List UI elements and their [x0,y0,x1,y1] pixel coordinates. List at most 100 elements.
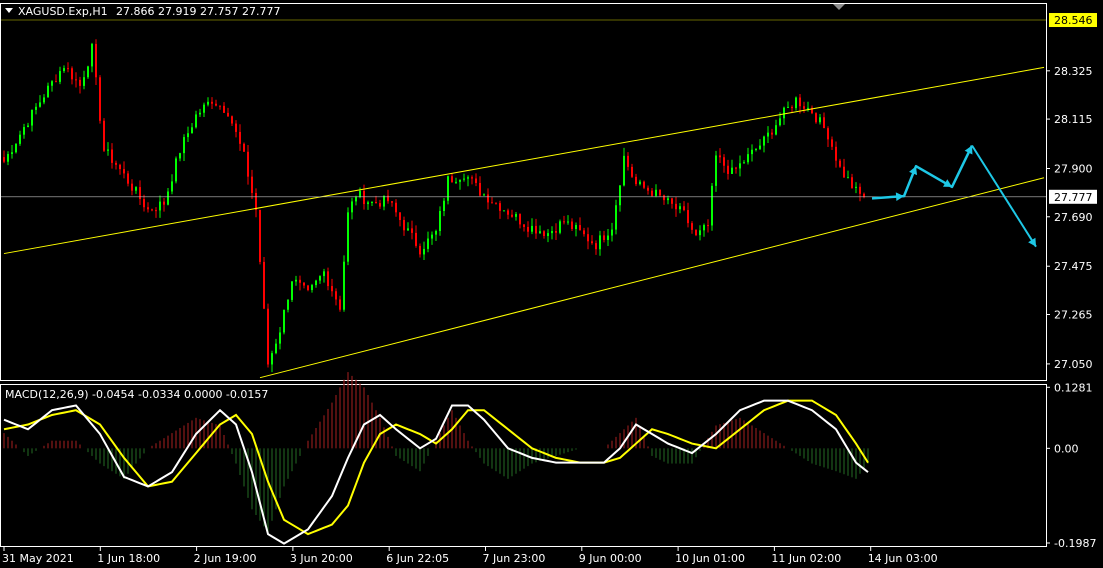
candle-body [835,146,837,161]
candle-body [119,164,121,170]
candle-body [219,105,221,107]
candle-body [519,214,521,225]
candle-body [795,97,797,109]
shift-marker-icon[interactable] [833,4,845,10]
candle-body [363,190,365,205]
candle-body [467,177,469,179]
candle-body [247,151,249,177]
candle-body [839,160,841,167]
candle-body [423,248,425,255]
candle-body [43,97,45,103]
candle-body [847,177,849,179]
candle-body [859,186,861,194]
candle-body [863,193,865,197]
candle-body [655,189,657,196]
candle-body [411,228,413,233]
candle-body [303,282,305,286]
candle-body [563,221,565,223]
candle-body [767,132,769,137]
candle-body [551,230,553,234]
candle-body [403,220,405,231]
time-tick-label: 31 May 2021 [2,552,74,565]
candle-body [295,279,297,282]
candle-body [759,145,761,149]
candle-body [163,201,165,205]
candle-body [39,102,41,107]
forecast-arrowhead [895,192,904,201]
candle-body [103,120,105,151]
candle-body [171,181,173,192]
macd-main-line [3,399,869,545]
candle-body [199,112,201,115]
candle-body [463,178,465,180]
candle-body [511,214,513,217]
macd-label: MACD(12,26,9) -0.0454 -0.0334 0.0000 -0.… [5,388,268,401]
candle-body [687,210,689,224]
candle-body [435,231,437,235]
candle-body [359,190,361,197]
candle-body [631,166,633,177]
time-tick-label: 14 Jun 03:00 [868,552,938,565]
candle-body [215,103,217,106]
candle-body [619,185,621,206]
candle-body [807,107,809,109]
candle-body [123,169,125,174]
candle-body [723,157,725,166]
candle-body [707,225,709,227]
candle-body [343,261,345,310]
menu-triangle-icon[interactable] [5,8,13,13]
candle-body [743,162,745,164]
candle-body [159,201,161,211]
candle-body [567,221,569,223]
candle-body [495,202,497,204]
candle-body [451,176,453,183]
candle-body [87,66,89,78]
candle-body [95,43,97,78]
price-tick-label: 27.690 [1054,211,1093,224]
candle-body [327,271,329,287]
candle-body [831,139,833,147]
candle-body [283,309,285,333]
candle-body [691,223,693,230]
chart: 28.325 28.115 27.900 27.690 27.475 27.265 27.0… [0,3,1097,565]
candle-body [395,202,397,213]
candle-body [115,162,117,165]
candle-body [187,133,189,138]
price-tick-label: 27.265 [1054,308,1093,321]
candle-body [531,225,533,232]
candle-body [695,229,697,236]
main-pane-frame [0,3,1047,381]
candle-body [659,189,661,196]
candle-body [203,104,205,113]
candle-body [7,154,9,162]
candle-body [27,125,29,128]
macd-tick-label: 0.00 [1054,442,1079,455]
candle-body [55,81,57,83]
candle-body [647,187,649,191]
candle-body [583,230,585,235]
candle-body [775,125,777,135]
candle-body [35,106,37,110]
candle-body [383,195,385,207]
candle-body [675,203,677,210]
candle-body [207,101,209,105]
candle-body [307,285,309,291]
current-price-label: 27.777 [1054,191,1093,204]
candle-body [59,71,61,82]
candle-body [851,177,853,188]
candle-body [679,206,681,210]
candle-body [339,299,341,310]
candle-body [571,221,573,229]
candle-body [335,291,337,300]
candle-body [211,101,213,104]
candle-body [355,196,357,202]
candle-body [195,114,197,128]
candle-body [31,109,33,126]
candle-body [803,106,805,109]
candle-body [63,68,65,72]
candle-body [747,154,749,163]
candle-body [375,202,377,204]
candle-body [379,203,381,207]
candle-body [507,210,509,215]
candle-body [843,166,845,178]
